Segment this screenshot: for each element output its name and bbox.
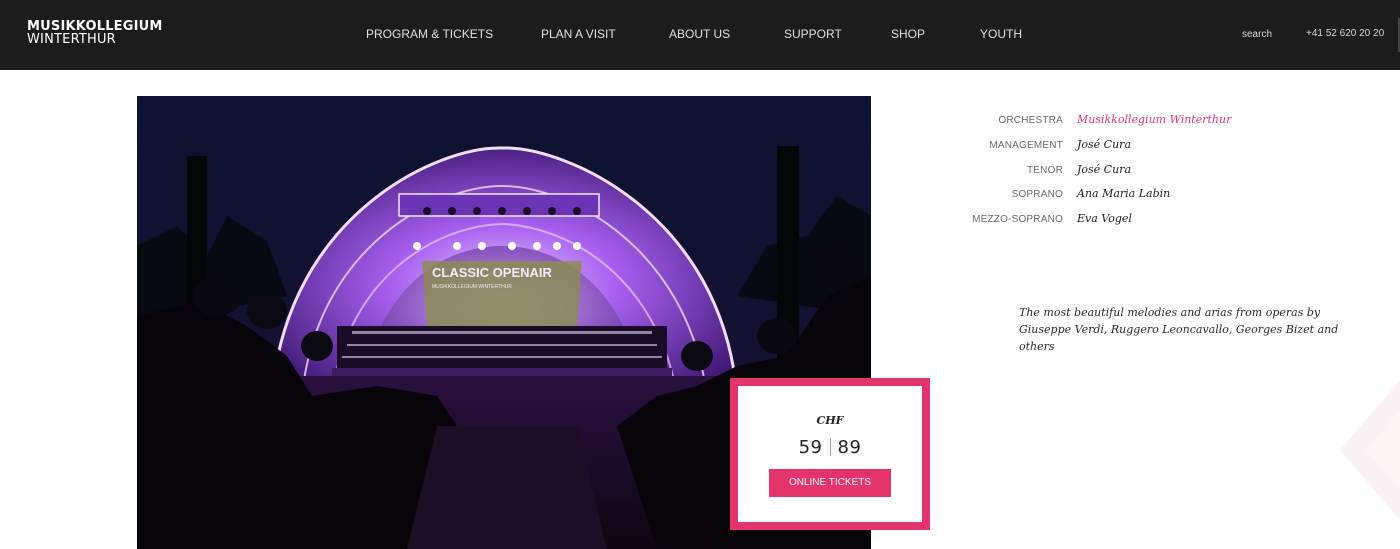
credit-name-mezzo-soprano: Eva Vogel	[1077, 212, 1132, 225]
nav-plan-a-visit[interactable]: PLAN A VISIT	[541, 27, 616, 41]
nav-youth[interactable]: YOUTH	[980, 27, 1022, 41]
price-range: 59 89	[738, 437, 922, 458]
credit-role-tenor: TENOR	[1027, 165, 1063, 176]
decorative-shape	[1340, 380, 1400, 520]
stage-banner-subtext: MUSIKKOLLEGIUM WINTERTHUR	[432, 284, 512, 290]
logo-line-2: WINTERTHUR	[27, 32, 116, 47]
price-currency: CHF	[816, 414, 844, 427]
credit-name-tenor: José Cura	[1077, 163, 1132, 176]
nav-support[interactable]: SUPPORT	[784, 27, 842, 41]
online-tickets-button[interactable]: ONLINE TICKETS	[769, 469, 891, 497]
stage-banner-text: CLASSIC OPENAIR	[432, 265, 553, 280]
credit-role-management: MANAGEMENT	[989, 140, 1063, 151]
credit-role-soprano: SOPRANO	[1011, 189, 1063, 200]
ticket-box: CHF 59 89 ONLINE TICKETS	[730, 378, 930, 530]
credit-name-orchestra[interactable]: Musikkollegium Winterthur	[1077, 113, 1231, 126]
nav-about-us[interactable]: ABOUT US	[669, 27, 730, 41]
credit-name-management: José Cura	[1077, 138, 1132, 151]
credit-role-mezzo-soprano: MEZZO-SOPRANO	[972, 214, 1063, 225]
price-low: 59	[798, 437, 823, 458]
nav-program-tickets[interactable]: PROGRAM & TICKETS	[366, 27, 493, 41]
credit-role-orchestra: ORCHESTRA	[998, 115, 1063, 126]
price-high: 89	[837, 437, 862, 458]
phone-link[interactable]: +41 52 620 20 20	[1306, 28, 1384, 39]
site-header: MUSIKKOLLEGIUM WINTERTHUR PROGRAM & TICK…	[0, 0, 1400, 70]
event-description: The most beautiful melodies and arias fr…	[1019, 306, 1339, 353]
site-logo[interactable]: MUSIKKOLLEGIUM WINTERTHUR	[27, 20, 163, 46]
credit-name-soprano: Ana Maria Labin	[1077, 187, 1171, 200]
nav-shop[interactable]: SHOP	[891, 27, 925, 41]
price-separator	[829, 438, 831, 456]
search-link[interactable]: search	[1242, 29, 1272, 40]
